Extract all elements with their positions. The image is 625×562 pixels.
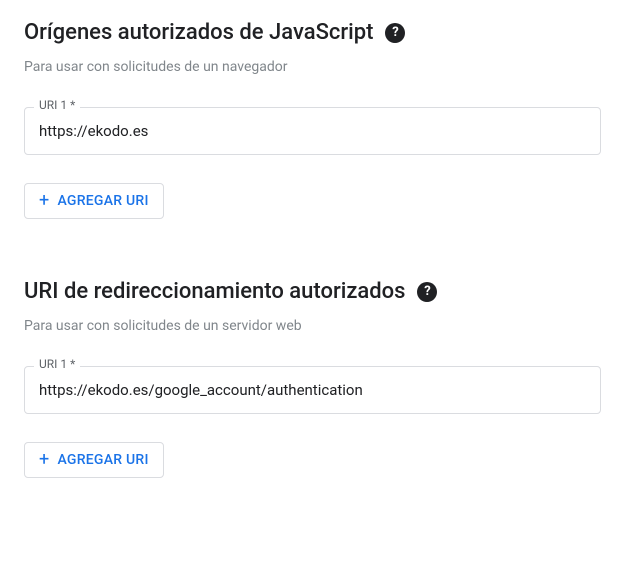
add-uri-button[interactable]: + AGREGAR URI: [24, 183, 164, 219]
help-icon[interactable]: ?: [417, 282, 437, 302]
js-origins-section: Orígenes autorizados de JavaScript ? Par…: [24, 20, 601, 219]
plus-icon: +: [39, 451, 49, 469]
redirect-uris-title: URI de redireccionamiento autorizados: [24, 279, 405, 304]
plus-icon: +: [39, 192, 49, 210]
js-origins-description: Para usar con solicitudes de un navegado…: [24, 59, 601, 75]
redirect-uris-section: URI de redireccionamiento autorizados ? …: [24, 279, 601, 478]
section-header: URI de redireccionamiento autorizados ?: [24, 279, 601, 304]
uri-field-label: URI 1 *: [34, 98, 80, 112]
section-header: Orígenes autorizados de JavaScript ?: [24, 20, 601, 45]
uri-field-wrapper: URI 1 *: [24, 107, 601, 155]
add-uri-button[interactable]: + AGREGAR URI: [24, 442, 164, 478]
add-button-label: AGREGAR URI: [57, 452, 148, 468]
add-button-label: AGREGAR URI: [57, 193, 148, 209]
uri-field-label: URI 1 *: [34, 357, 80, 371]
uri-field-wrapper: URI 1 *: [24, 366, 601, 414]
help-icon[interactable]: ?: [385, 23, 405, 43]
js-origins-title: Orígenes autorizados de JavaScript: [24, 20, 373, 45]
js-origins-uri-input[interactable]: [24, 107, 601, 155]
redirect-uris-uri-input[interactable]: [24, 366, 601, 414]
redirect-uris-description: Para usar con solicitudes de un servidor…: [24, 318, 601, 334]
